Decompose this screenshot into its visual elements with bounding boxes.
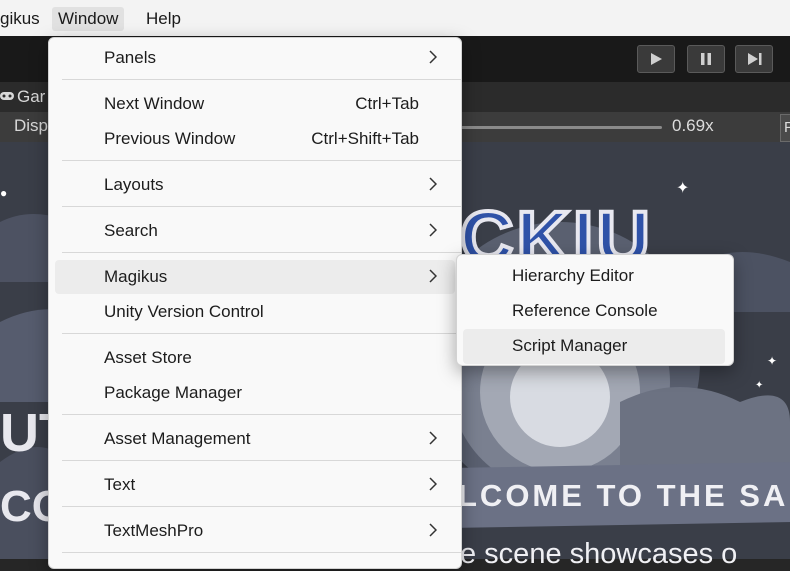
game-tab[interactable]: Gar <box>17 87 45 107</box>
play-button[interactable] <box>637 45 675 73</box>
menu-item-previous-window[interactable]: Previous Window Ctrl+Shift+Tab <box>55 122 455 156</box>
menu-separator <box>62 414 461 415</box>
menu-item-label: Package Manager <box>104 383 242 402</box>
menu-item-package-manager[interactable]: Package Manager <box>55 376 455 410</box>
gamepad-icon <box>0 92 14 100</box>
chevron-right-icon <box>429 477 437 491</box>
menu-separator <box>62 79 461 80</box>
play-focused-button[interactable]: P <box>780 114 790 142</box>
menu-separator <box>62 206 461 207</box>
star-icon: ✦ <box>676 180 690 197</box>
game-subtitle-text: e scene showcases o <box>460 538 738 570</box>
submenu-item-reference-console[interactable]: Reference Console <box>463 294 725 329</box>
menu-item-label: Next Window <box>104 94 205 113</box>
star-icon: ✦ <box>755 380 764 391</box>
menu-item-textmeshpro[interactable]: TextMeshPro <box>55 514 455 548</box>
menu-item-label: Magikus <box>104 267 168 286</box>
step-icon <box>748 53 762 65</box>
menu-item-shortcut: Ctrl+Shift+Tab <box>311 129 419 148</box>
magikus-submenu: Hierarchy Editor Reference Console Scrip… <box>456 254 734 366</box>
welcome-ribbon-text: LCOME TO THE SA <box>458 478 789 513</box>
menu-item-label: Asset Store <box>104 348 192 367</box>
menu-item-label: Previous Window <box>104 129 236 148</box>
menu-item-layouts[interactable]: Layouts <box>55 168 455 202</box>
chevron-right-icon <box>429 523 437 537</box>
menu-separator <box>62 506 461 507</box>
menu-item-label: Search <box>104 221 158 240</box>
chevron-right-icon <box>429 431 437 445</box>
menu-magikus[interactable]: gikus <box>0 7 46 31</box>
menu-item-unity-version-control[interactable]: Unity Version Control <box>55 295 455 329</box>
menu-item-shortcut: Ctrl+Tab <box>355 94 419 113</box>
submenu-item-script-manager[interactable]: Script Manager <box>463 329 725 364</box>
menu-item-label: Asset Management <box>104 429 251 448</box>
chevron-right-icon <box>429 269 437 283</box>
star-icon: ✦ <box>767 354 778 368</box>
menu-item-magikus[interactable]: Magikus <box>55 260 455 294</box>
menu-item-panels[interactable]: Panels <box>55 41 455 75</box>
chevron-right-icon <box>429 223 437 237</box>
scale-value: 0.69x <box>672 116 714 135</box>
menu-help[interactable]: Help <box>140 7 187 31</box>
menu-separator <box>62 333 461 334</box>
menu-item-text[interactable]: Text <box>55 468 455 502</box>
menu-item-asset-management[interactable]: Asset Management <box>55 422 455 456</box>
step-button[interactable] <box>735 45 773 73</box>
menu-item-next-window[interactable]: Next Window Ctrl+Tab <box>55 87 455 121</box>
chevron-right-icon <box>429 177 437 191</box>
menu-item-label: Unity Version Control <box>104 302 264 321</box>
scale-slider[interactable] <box>460 126 662 129</box>
menu-item-label: Text <box>104 475 136 494</box>
submenu-item-label: Reference Console <box>512 301 658 320</box>
menu-separator <box>62 552 461 553</box>
submenu-item-label: Script Manager <box>512 336 628 355</box>
menu-item-label: Layouts <box>104 175 164 194</box>
window-menu: Panels Next Window Ctrl+Tab Previous Win… <box>48 37 462 569</box>
menu-item-label: TextMeshPro <box>104 521 204 540</box>
menu-window[interactable]: Window <box>52 7 125 31</box>
menu-separator <box>62 252 461 253</box>
display-dropdown[interactable]: Disp <box>14 116 48 136</box>
menu-item-label: Panels <box>104 48 156 67</box>
pause-button[interactable] <box>687 45 725 73</box>
chevron-right-icon <box>429 50 437 64</box>
menu-bar: gikus Window Help <box>0 0 790 37</box>
submenu-item-label: Hierarchy Editor <box>512 266 634 285</box>
submenu-item-hierarchy-editor[interactable]: Hierarchy Editor <box>463 259 725 294</box>
pause-icon <box>701 53 711 65</box>
star-icon: ● <box>0 186 8 200</box>
menu-item-search[interactable]: Search <box>55 214 455 248</box>
menu-separator <box>62 160 461 161</box>
menu-separator <box>62 460 461 461</box>
menu-item-asset-store[interactable]: Asset Store <box>55 341 455 375</box>
play-icon <box>651 53 662 65</box>
